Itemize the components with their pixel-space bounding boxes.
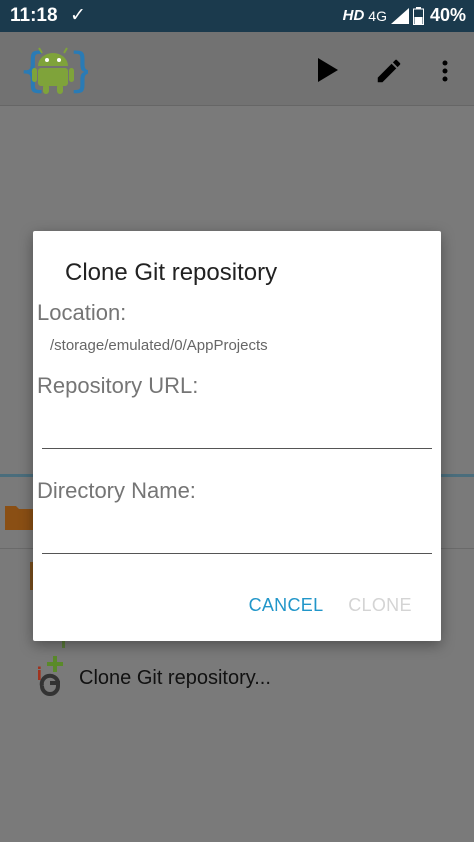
- status-indicators: HD 4G 40%: [343, 5, 466, 26]
- list-item-icon-stub: [62, 640, 65, 648]
- edit-button[interactable]: [370, 52, 408, 90]
- battery-percent: 40%: [429, 5, 466, 25]
- signal-icon: [390, 7, 409, 24]
- more-vert-icon: [442, 60, 448, 82]
- clone-git-dialog: Clone Git repository Location: /storage/…: [33, 231, 441, 641]
- folder-icon: [5, 506, 35, 530]
- battery-icon: [412, 6, 424, 25]
- clone-button[interactable]: CLONE: [339, 587, 421, 623]
- location-value: /storage/emulated/0/AppProjects: [50, 337, 268, 354]
- clone-git-repository-label: Clone Git repository...: [79, 666, 271, 689]
- check-icon: ✓: [70, 5, 86, 26]
- app-bar: { }: [0, 32, 474, 106]
- location-label: Location:: [37, 300, 127, 325]
- clone-git-repository-item[interactable]: i Clone Git repository...: [38, 656, 271, 700]
- directory-name-label: Directory Name:: [37, 478, 196, 503]
- status-network: 4G: [368, 7, 387, 24]
- run-button[interactable]: [310, 52, 346, 88]
- status-bar: 11:18 ✓ HD 4G 40%: [0, 0, 474, 32]
- overflow-menu-button[interactable]: [430, 52, 460, 90]
- repository-url-label: Repository URL:: [37, 373, 199, 398]
- play-icon: [318, 58, 338, 82]
- status-hd: HD: [342, 7, 365, 24]
- dialog-title: Clone Git repository: [65, 259, 278, 286]
- status-time: 11:18: [10, 5, 58, 26]
- cancel-button[interactable]: CANCEL: [241, 587, 331, 623]
- repository-url-input[interactable]: [42, 411, 432, 449]
- git-icon: i: [38, 656, 63, 696]
- pencil-icon: [377, 59, 401, 83]
- android-logo-icon: { }: [18, 43, 88, 97]
- directory-name-input[interactable]: [42, 516, 432, 554]
